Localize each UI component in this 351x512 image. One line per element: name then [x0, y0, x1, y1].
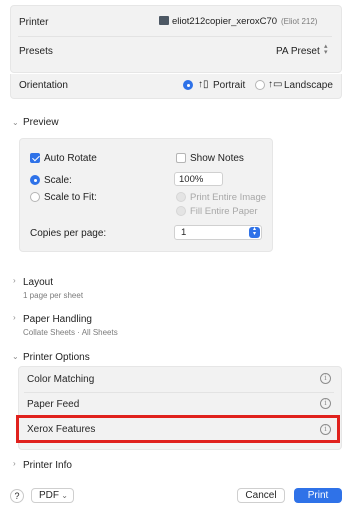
- auto-rotate-checkbox[interactable]: [30, 153, 40, 163]
- fill-entire-paper-radio[interactable]: [176, 206, 186, 216]
- print-entire-image-radio[interactable]: [176, 192, 186, 202]
- print-entire-image-label: Print Entire Image: [190, 192, 267, 203]
- paper-feed-info-icon[interactable]: i: [320, 398, 331, 409]
- layout-subtitle: 1 page per sheet: [23, 291, 84, 300]
- orientation-label: Orientation: [19, 80, 68, 91]
- printer-options-title[interactable]: Printer Options: [23, 352, 90, 363]
- paper-handling-subtitle: Collate Sheets · All Sheets: [23, 328, 118, 337]
- fill-entire-paper-label: Fill Entire Paper: [190, 206, 258, 217]
- printer-select[interactable]: eliot212copier_xeroxC70 (Eliot 212): [157, 14, 337, 28]
- presets-label: Presets: [19, 46, 53, 57]
- pdf-label: PDF: [39, 490, 59, 501]
- pdf-chevron-icon: ⌄: [61, 491, 68, 500]
- printer-info-title[interactable]: Printer Info: [23, 460, 72, 471]
- paper-handling-title[interactable]: Paper Handling: [23, 314, 92, 325]
- highlight-box: [16, 415, 340, 443]
- scale-value: 100%: [179, 174, 204, 185]
- cancel-label: Cancel: [245, 490, 277, 501]
- printer-alias: (Eliot 212): [281, 17, 318, 26]
- presets-select[interactable]: PA Preset: [276, 46, 320, 57]
- paper-handling-chevron-icon[interactable]: ›: [13, 313, 16, 322]
- preview-title[interactable]: Preview: [23, 117, 59, 128]
- paper-feed-label: Paper Feed: [27, 399, 80, 410]
- scale-to-fit-label: Scale to Fit:: [44, 192, 97, 203]
- printer-divider: [18, 36, 332, 37]
- color-matching-row[interactable]: Color Matching i: [18, 366, 340, 392]
- printer-label: Printer: [19, 17, 49, 28]
- landscape-icon: ↑▭: [268, 79, 283, 90]
- auto-rotate-label: Auto Rotate: [44, 153, 97, 164]
- printer-icon: [159, 16, 169, 25]
- copies-stepper-icon: ▴ ▾: [249, 226, 260, 238]
- landscape-label: Landscape: [284, 80, 333, 91]
- printer-name: eliot212copier_xeroxC70: [172, 16, 278, 27]
- copies-per-page-label: Copies per page:: [30, 228, 107, 239]
- print-label: Print: [307, 490, 329, 501]
- printer-info-chevron-icon[interactable]: ›: [13, 459, 16, 468]
- color-matching-label: Color Matching: [27, 374, 95, 385]
- cancel-button[interactable]: Cancel: [237, 488, 285, 503]
- print-button[interactable]: Print: [294, 488, 342, 503]
- help-button[interactable]: ?: [10, 489, 24, 503]
- portrait-label: Portrait: [213, 80, 246, 91]
- help-label: ?: [14, 491, 20, 501]
- color-matching-info-icon[interactable]: i: [320, 373, 331, 384]
- portrait-icon: ↑▯: [198, 79, 209, 90]
- printer-options-chevron-icon[interactable]: ⌄: [12, 352, 19, 361]
- layout-title[interactable]: Layout: [23, 277, 53, 288]
- scale-to-fit-radio[interactable]: [30, 192, 40, 202]
- presets-chevron-icon: ▴ ▾: [324, 43, 328, 56]
- layout-chevron-icon[interactable]: ›: [13, 276, 16, 285]
- scale-radio[interactable]: [30, 175, 40, 185]
- pdf-menu-button[interactable]: PDF ⌄: [31, 488, 74, 503]
- preview-chevron-icon[interactable]: ⌄: [12, 118, 19, 127]
- portrait-radio[interactable]: [183, 80, 193, 90]
- scale-label: Scale:: [44, 175, 72, 186]
- copies-per-page-value: 1: [181, 227, 187, 238]
- show-notes-checkbox[interactable]: [176, 153, 186, 163]
- scale-input[interactable]: 100%: [174, 172, 223, 186]
- landscape-radio[interactable]: [255, 80, 265, 90]
- show-notes-label: Show Notes: [190, 153, 244, 164]
- copies-per-page-select[interactable]: 1 ▴ ▾: [174, 225, 262, 240]
